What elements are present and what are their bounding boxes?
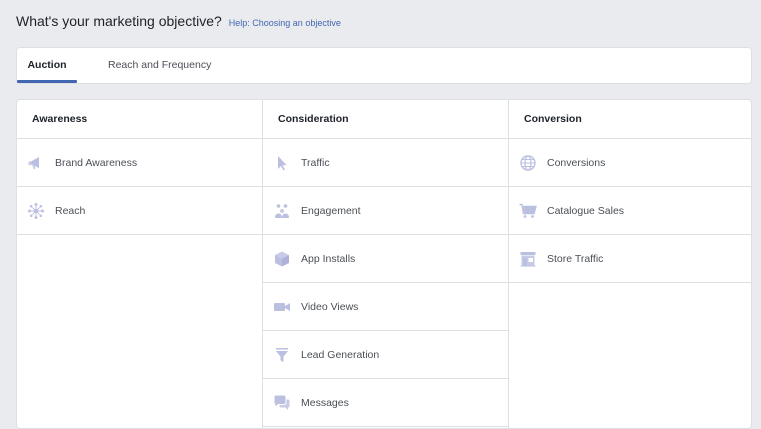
tab-reach-label: Reach and Frequency bbox=[108, 59, 212, 71]
active-tab-indicator bbox=[17, 80, 77, 83]
chat-bubbles-icon bbox=[273, 394, 291, 412]
objective-label: Video Views bbox=[301, 300, 359, 313]
objective-label: Messages bbox=[301, 396, 349, 409]
objective-store-traffic[interactable]: Store Traffic bbox=[509, 235, 751, 283]
objective-label: Catalogue Sales bbox=[547, 204, 625, 217]
cursor-icon bbox=[273, 154, 291, 172]
objective-reach[interactable]: Reach bbox=[17, 187, 262, 235]
tab-auction[interactable]: Auction bbox=[17, 48, 77, 84]
objective-label: Store Traffic bbox=[547, 252, 604, 265]
column-header-consideration: Consideration bbox=[263, 100, 508, 139]
buying-type-tabs: Auction Reach and Frequency bbox=[16, 47, 752, 84]
video-camera-icon bbox=[273, 298, 291, 316]
store-icon bbox=[519, 250, 537, 268]
people-icon bbox=[273, 202, 291, 220]
tab-auction-label: Auction bbox=[27, 59, 67, 71]
column-conversion: Conversion Conversions Catalogue Sales S… bbox=[509, 100, 751, 428]
objective-catalogue-sales[interactable]: Catalogue Sales bbox=[509, 187, 751, 235]
objective-app-installs[interactable]: App Installs bbox=[263, 235, 508, 283]
objective-label: Traffic bbox=[301, 156, 330, 169]
shopping-cart-icon bbox=[519, 202, 537, 220]
objectives-grid: Awareness Brand Awareness Reach Consider… bbox=[16, 99, 752, 429]
objective-video-views[interactable]: Video Views bbox=[263, 283, 508, 331]
column-header-conversion: Conversion bbox=[509, 100, 751, 139]
objective-label: Brand Awareness bbox=[55, 156, 138, 169]
objective-label: Engagement bbox=[301, 204, 361, 217]
help-link[interactable]: Help: Choosing an objective bbox=[229, 18, 341, 28]
box-icon bbox=[273, 250, 291, 268]
objective-label: Conversions bbox=[547, 156, 606, 169]
objective-label: Lead Generation bbox=[301, 348, 380, 361]
globe-icon bbox=[519, 154, 537, 172]
objective-engagement[interactable]: Engagement bbox=[263, 187, 508, 235]
objective-traffic[interactable]: Traffic bbox=[263, 139, 508, 187]
megaphone-icon bbox=[27, 154, 45, 172]
column-awareness: Awareness Brand Awareness Reach bbox=[17, 100, 263, 428]
funnel-icon bbox=[273, 346, 291, 364]
objective-conversions[interactable]: Conversions bbox=[509, 139, 751, 187]
objective-messages[interactable]: Messages bbox=[263, 379, 508, 427]
header: What's your marketing objective? Help: C… bbox=[16, 13, 341, 29]
column-consideration: Consideration Traffic Engagement App Ins… bbox=[263, 100, 509, 428]
objective-brand-awareness[interactable]: Brand Awareness bbox=[17, 139, 262, 187]
objective-label: App Installs bbox=[301, 252, 356, 265]
objective-label: Reach bbox=[55, 204, 86, 217]
page-title: What's your marketing objective? bbox=[16, 13, 222, 29]
objective-lead-generation[interactable]: Lead Generation bbox=[263, 331, 508, 379]
tab-reach-and-frequency[interactable]: Reach and Frequency bbox=[108, 48, 211, 84]
column-header-awareness: Awareness bbox=[17, 100, 262, 139]
reach-icon bbox=[27, 202, 45, 220]
